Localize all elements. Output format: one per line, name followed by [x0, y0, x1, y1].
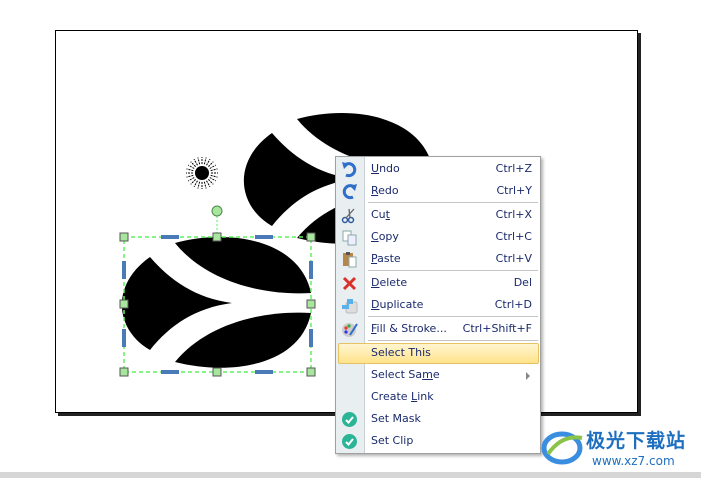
menu-item-label: Set Mask: [371, 408, 421, 430]
menu-item-delete[interactable]: Delete Del: [336, 272, 540, 294]
label-text: uplicate: [379, 298, 424, 311]
scale-handle[interactable]: [255, 235, 273, 239]
menu-item-select-this[interactable]: Select This: [336, 342, 540, 364]
resize-handle[interactable]: [212, 232, 222, 242]
mnemonic: U: [371, 162, 380, 175]
menu-item-create-link[interactable]: Create Link: [336, 386, 540, 408]
selected-shape[interactable]: [121, 237, 312, 368]
resize-handle[interactable]: [306, 232, 316, 242]
watermark-logo-icon: [541, 431, 583, 465]
submenu-arrow-icon: [526, 372, 530, 380]
menu-item-label: Undo: [371, 158, 400, 180]
label-text: Select Sa: [371, 368, 423, 381]
label-text: edo: [378, 184, 399, 197]
menu-item-label: Redo: [371, 180, 399, 202]
scale-handle[interactable]: [309, 261, 313, 279]
watermark-title: 极光下载站: [586, 430, 687, 452]
highlight: [338, 343, 539, 364]
label-text: Cu: [371, 208, 386, 221]
label-text: ink: [417, 390, 434, 403]
duplicate-icon: [341, 297, 358, 314]
check-icon: [341, 433, 358, 450]
menu-item-set-clip[interactable]: Set Clip: [336, 430, 540, 452]
menu-item-label: Fill & Stroke...: [371, 318, 447, 340]
resize-handle[interactable]: [119, 232, 129, 242]
check-icon: [341, 411, 358, 428]
watermark-url: www.xz7.com: [592, 454, 675, 468]
resize-handle[interactable]: [212, 367, 222, 377]
label-text: aste: [377, 252, 401, 265]
scale-handle[interactable]: [122, 329, 126, 347]
shortcut: Ctrl+Y: [496, 184, 532, 197]
shortcut: Ctrl+Shift+F: [462, 322, 532, 335]
mnemonic: t: [385, 208, 390, 221]
menu-item-label: Duplicate: [371, 294, 423, 316]
menu-item-label: Select This: [371, 342, 431, 364]
menu-item-fill-stroke[interactable]: Fill & Stroke... Ctrl+Shift+F: [336, 318, 540, 340]
context-menu: Undo Ctrl+Z Redo Ctrl+Y Cut Ctrl+X Copy Ctrl+C P…: [335, 156, 541, 454]
resize-handle[interactable]: [119, 299, 129, 309]
resize-handle[interactable]: [306, 367, 316, 377]
label-text: Set Clip: [371, 434, 414, 447]
fill-stroke-icon: [341, 321, 358, 338]
copy-icon: [341, 229, 358, 246]
paste-icon: [341, 251, 358, 268]
menu-item-select-same[interactable]: Select Same: [336, 364, 540, 386]
menu-item-label: Set Clip: [371, 430, 413, 452]
undo-icon: [341, 161, 358, 178]
menu-item-label: Cut: [371, 204, 390, 226]
menu-item-redo[interactable]: Redo Ctrl+Y: [336, 180, 540, 202]
scale-handle[interactable]: [122, 261, 126, 279]
menu-item-cut[interactable]: Cut Ctrl+X: [336, 204, 540, 226]
redo-icon: [341, 183, 358, 200]
label-text: e: [432, 368, 440, 381]
sun-icon[interactable]: [186, 157, 218, 189]
mnemonic: C: [371, 230, 379, 243]
label-text: Create: [371, 390, 412, 403]
menu-item-label: Create Link: [371, 386, 434, 408]
shortcut: Ctrl+D: [494, 298, 532, 311]
label-text: Set Mask: [371, 412, 421, 425]
mnemonic: m: [422, 368, 433, 381]
watermark: 极光下载站 www.xz7.com: [540, 424, 700, 474]
menu-item-label: Copy: [371, 226, 399, 248]
menu-item-label: Select Same: [371, 364, 440, 386]
menu-item-duplicate[interactable]: Duplicate Ctrl+D: [336, 294, 540, 316]
menu-item-label: Paste: [371, 248, 401, 270]
shortcut: Ctrl+V: [495, 252, 532, 265]
shortcut: Ctrl+C: [495, 230, 532, 243]
shortcut: Del: [513, 276, 532, 289]
shortcut: Ctrl+X: [495, 208, 532, 221]
label-text: opy: [378, 230, 399, 243]
menu-item-copy[interactable]: Copy Ctrl+C: [336, 226, 540, 248]
delete-icon: [341, 275, 358, 292]
resize-handle[interactable]: [119, 367, 129, 377]
label-text: ill & Stroke...: [376, 322, 447, 335]
menu-item-set-mask[interactable]: Set Mask: [336, 408, 540, 430]
menu-item-label: Delete: [371, 272, 407, 294]
scale-handle[interactable]: [309, 329, 313, 347]
scale-handle[interactable]: [161, 235, 179, 239]
scale-handle[interactable]: [161, 370, 179, 374]
menu-item-paste[interactable]: Paste Ctrl+V: [336, 248, 540, 270]
resize-handle[interactable]: [306, 299, 316, 309]
label-text: ndo: [379, 162, 400, 175]
menu-item-undo[interactable]: Undo Ctrl+Z: [336, 158, 540, 180]
shortcut: Ctrl+Z: [495, 162, 532, 175]
cut-icon: [341, 207, 358, 224]
rotate-handle[interactable]: [211, 205, 223, 217]
label-text: Select This: [371, 346, 431, 359]
scale-handle[interactable]: [255, 370, 273, 374]
label-text: elete: [379, 276, 408, 289]
